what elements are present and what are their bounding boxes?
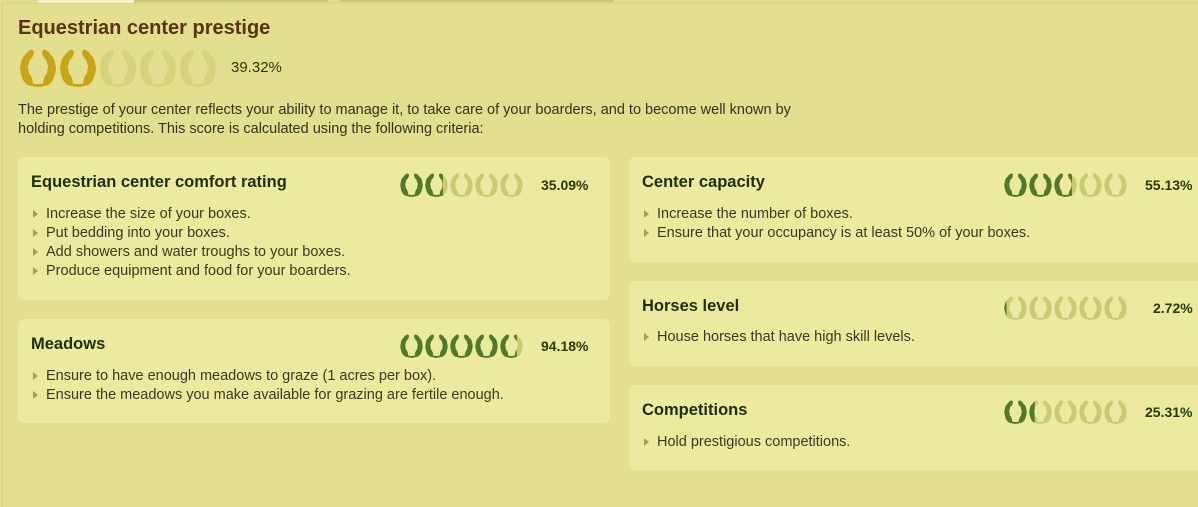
laurel-wreath-icon [400, 334, 523, 358]
list-item: Ensure to have enough meadows to graze (… [31, 367, 504, 386]
laurel-wreath-filled-icon [425, 334, 448, 358]
laurel-wreath-icon [1104, 296, 1127, 320]
triangle-bullet-icon [33, 372, 38, 380]
criteria-list: Hold prestigious competitions. [642, 433, 850, 452]
list-item: Produce equipment and food for your boar… [31, 262, 351, 281]
prestige-percent: 39.32% [231, 59, 282, 76]
laurel-wreath-icon [1079, 173, 1102, 197]
list-item-text: Hold prestigious competitions. [657, 434, 851, 450]
laurel-wreath-icon [1004, 296, 1027, 320]
laurel-wreath-icon [1029, 296, 1052, 320]
laurel-wreath-icon [1054, 296, 1077, 320]
list-item-text: Ensure to have enough meadows to graze (… [46, 368, 437, 384]
list-item: Ensure that your occupancy is at least 5… [642, 224, 1030, 243]
laurel-wreath-icon [1104, 400, 1127, 424]
card-title: Center capacity [642, 173, 765, 191]
list-item: Hold prestigious competitions. [642, 433, 850, 452]
list-item: House horses that have high skill levels… [642, 328, 915, 347]
card-competitions: Competitions 25.31% Hold prestigious com… [629, 385, 1198, 470]
triangle-bullet-icon [644, 333, 649, 341]
list-item-text: Increase the number of boxes. [657, 206, 853, 222]
triangle-bullet-icon [33, 210, 38, 218]
top-tab[interactable] [134, 0, 235, 2]
laurel-wreath-filled-icon [1004, 400, 1027, 424]
list-item-text: Increase the size of your boxes. [46, 206, 251, 222]
top-tab[interactable] [234, 0, 327, 2]
card-title: Meadows [31, 335, 106, 353]
triangle-bullet-icon [644, 229, 649, 237]
card-percent: 94.18% [541, 338, 589, 354]
triangle-bullet-icon [33, 267, 38, 275]
card-percent: 2.72% [1153, 300, 1193, 316]
criteria-list: Increase the size of your boxes. Put bed… [31, 205, 351, 281]
list-item-text: Put bedding into your boxes. [46, 225, 230, 241]
top-tab[interactable] [520, 0, 613, 2]
card-percent: 35.09% [541, 177, 589, 193]
list-item-text: House horses that have high skill levels… [657, 329, 915, 345]
triangle-bullet-icon [644, 210, 649, 218]
prestige-rating [18, 48, 218, 88]
list-item-text: Produce equipment and food for your boar… [46, 263, 351, 279]
laurel-wreath-filled-icon [1004, 173, 1027, 197]
laurel-wreath-filled-icon [20, 49, 56, 87]
laurel-wreath-icon [180, 49, 216, 87]
list-item-text: Add showers and water troughs to your bo… [46, 244, 346, 260]
top-tab[interactable] [340, 0, 519, 2]
list-item: Ensure the meadows you make available fo… [31, 386, 504, 405]
laurel-wreath-icon [400, 173, 523, 197]
laurel-wreath-filled-icon [400, 334, 423, 358]
laurel-wreath-icon [475, 173, 498, 197]
prestige-description: The prestige of your center reflects you… [18, 102, 791, 137]
list-item-text: Ensure the meadows you make available fo… [46, 387, 504, 403]
list-item: Increase the size of your boxes. [31, 205, 351, 224]
laurel-wreath-icon [500, 173, 523, 197]
triangle-bullet-icon [644, 438, 649, 446]
list-item: Add showers and water troughs to your bo… [31, 243, 351, 262]
laurel-wreath-icon [140, 49, 176, 87]
laurel-wreath-filled-icon [400, 173, 423, 197]
laurel-wreath-icon [1004, 400, 1127, 424]
laurel-wreath-filled-icon [1029, 173, 1052, 197]
card-horses-level: Horses level 2.72% House horses that hav… [629, 281, 1198, 366]
list-item: Increase the number of boxes. [642, 205, 1030, 224]
laurel-wreath-icon [1004, 173, 1127, 197]
card-percent: 55.13% [1145, 177, 1193, 193]
card-comfort: Equestrian center comfort rating 35.09% … [18, 157, 610, 300]
laurel-wreath-icon [1079, 400, 1102, 424]
list-item: Put bedding into your boxes. [31, 224, 351, 243]
criteria-list: House horses that have high skill levels… [642, 328, 915, 347]
card-percent: 25.31% [1145, 404, 1193, 420]
card-title: Competitions [642, 401, 748, 419]
laurel-wreath-filled-icon [60, 49, 96, 87]
list-item-text: Ensure that your occupancy is at least 5… [657, 225, 1031, 241]
laurel-wreath-icon [100, 49, 136, 87]
page-title: Equestrian center prestige [18, 17, 271, 39]
triangle-bullet-icon [33, 248, 38, 256]
card-meadows: Meadows 94.18% Ensure to have enough mea… [18, 319, 610, 423]
criteria-list: Increase the number of boxes. Ensure tha… [642, 205, 1030, 243]
laurel-wreath-icon [20, 49, 216, 87]
laurel-wreath-filled-icon [475, 334, 498, 358]
triangle-bullet-icon [33, 391, 38, 399]
card-title: Horses level [642, 297, 740, 315]
laurel-wreath-filled-icon [450, 334, 473, 358]
laurel-wreath-icon [1079, 296, 1102, 320]
card-capacity: Center capacity 55.13% Increase the numb… [629, 157, 1198, 262]
laurel-wreath-icon [1104, 173, 1127, 197]
card-title: Equestrian center comfort rating [31, 173, 287, 191]
laurel-wreath-icon [1054, 400, 1077, 424]
criteria-list: Ensure to have enough meadows to graze (… [31, 367, 504, 405]
laurel-wreath-icon [1004, 296, 1127, 320]
laurel-wreath-icon [450, 173, 473, 197]
triangle-bullet-icon [33, 229, 38, 237]
